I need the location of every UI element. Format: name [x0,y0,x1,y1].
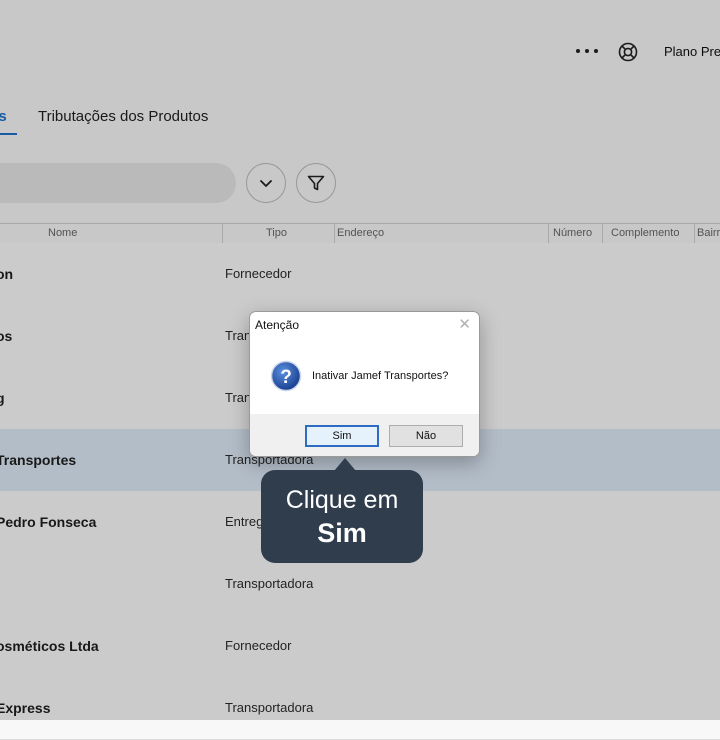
dialog-title: Atenção [255,318,300,332]
callout-text: Clique em [285,486,399,514]
svg-text:?: ? [280,367,292,388]
question-icon: ? [270,360,302,392]
dialog-body: ? Inativar Jamef Transportes? [250,338,479,414]
no-button[interactable]: Não [389,425,463,447]
confirm-dialog: Atenção ✕ ? Inativar Jamef Transportes? … [249,311,480,457]
callout-emphasis: Sim [317,518,367,548]
close-icon[interactable]: ✕ [458,315,471,333]
yes-button[interactable]: Sim [305,425,379,447]
dialog-message: Inativar Jamef Transportes? [312,370,449,382]
instruction-callout: Clique em Sim [261,470,423,563]
dialog-footer: Sim Não [250,414,479,456]
dialog-titlebar[interactable]: Atenção ✕ [250,312,479,338]
